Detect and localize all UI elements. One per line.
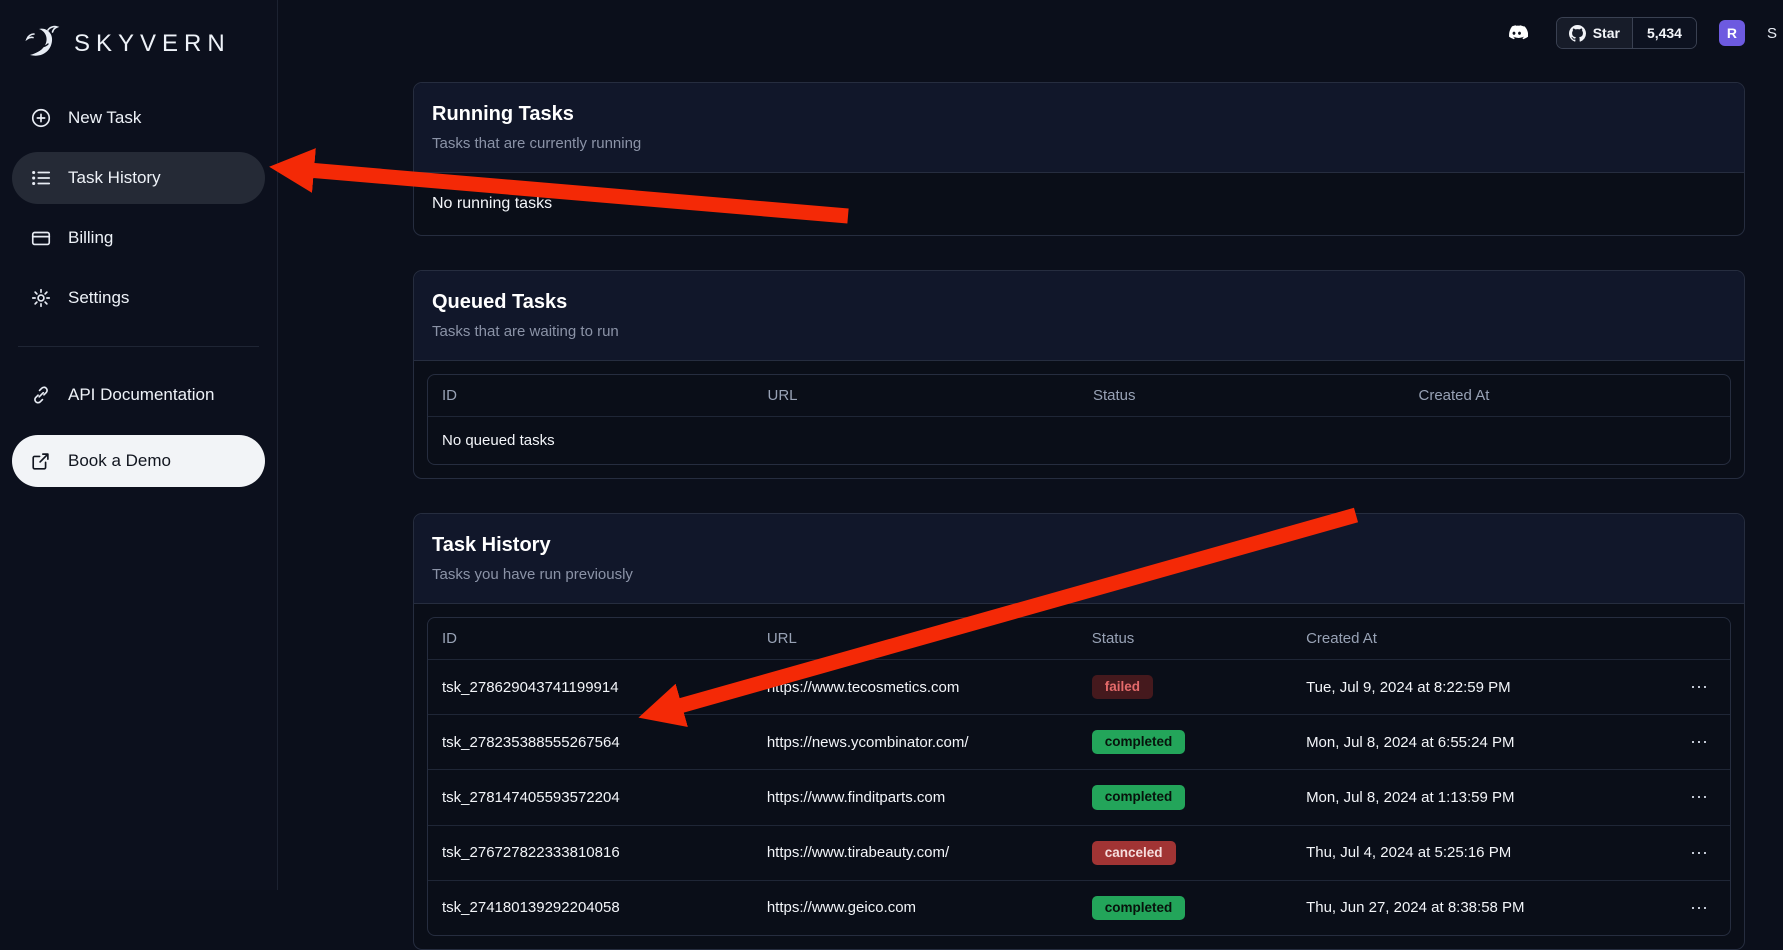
- queued-tasks-table: ID URL Status Created At No queued tasks: [427, 374, 1731, 465]
- github-star-button[interactable]: Star 5,434: [1556, 17, 1697, 49]
- table-row[interactable]: tsk_274180139292204058 https://www.geico…: [428, 880, 1730, 935]
- gear-icon: [30, 287, 52, 309]
- external-link-icon: [30, 450, 52, 472]
- column-header-created-at: Created At: [1292, 618, 1668, 660]
- brand-logo[interactable]: SKYVERN: [12, 14, 265, 92]
- running-tasks-card: Running Tasks Tasks that are currently r…: [413, 82, 1745, 236]
- column-header-id: ID: [428, 375, 754, 417]
- discord-icon[interactable]: [1504, 21, 1534, 45]
- column-header-created-at: Created At: [1405, 375, 1731, 417]
- queued-tasks-title: Queued Tasks: [432, 291, 1726, 314]
- column-header-id: ID: [428, 618, 753, 660]
- sidebar-item-label: New Task: [68, 108, 141, 128]
- task-created-at: Mon, Jul 8, 2024 at 1:13:59 PM: [1292, 770, 1668, 825]
- task-url: https://news.ycombinator.com/: [753, 715, 1078, 770]
- status-badge: failed: [1092, 675, 1153, 699]
- sidebar-secondary-nav: API Documentation Book a Demo: [12, 369, 265, 487]
- task-url: https://www.geico.com: [753, 880, 1078, 935]
- column-header-url: URL: [754, 375, 1080, 417]
- status-badge: canceled: [1092, 841, 1176, 865]
- task-url: https://www.tirabeauty.com/: [753, 825, 1078, 880]
- github-star-label: Star: [1593, 25, 1620, 41]
- brand-name: SKYVERN: [74, 30, 231, 58]
- status-badge: completed: [1092, 896, 1186, 920]
- github-star-count: 5,434: [1632, 18, 1696, 48]
- task-history-subtitle: Tasks you have run previously: [432, 566, 1726, 583]
- table-row[interactable]: tsk_278629043741199914 https://www.tecos…: [428, 660, 1730, 715]
- task-id: tsk_274180139292204058: [428, 880, 753, 935]
- main-area: Star 5,434 R S Running Tasks Tasks that …: [278, 0, 1783, 890]
- sidebar-item-api-documentation[interactable]: API Documentation: [12, 369, 265, 421]
- book-a-demo-button[interactable]: Book a Demo: [12, 435, 265, 487]
- sidebar-item-billing[interactable]: Billing: [12, 212, 265, 264]
- task-created-at: Thu, Jul 4, 2024 at 5:25:16 PM: [1292, 825, 1668, 880]
- sidebar-item-label: Billing: [68, 228, 113, 248]
- table-row: No queued tasks: [428, 417, 1730, 465]
- user-avatar[interactable]: R: [1719, 20, 1745, 46]
- sidebar-item-settings[interactable]: Settings: [12, 272, 265, 324]
- task-created-at: Tue, Jul 9, 2024 at 8:22:59 PM: [1292, 660, 1668, 715]
- running-tasks-title: Running Tasks: [432, 103, 1726, 126]
- book-a-demo-label: Book a Demo: [68, 451, 171, 471]
- row-actions-menu-icon[interactable]: ⋯: [1682, 676, 1716, 698]
- table-row[interactable]: tsk_276727822333810816 https://www.tirab…: [428, 825, 1730, 880]
- table-row[interactable]: tsk_278147405593572204 https://www.findi…: [428, 770, 1730, 825]
- app-root: SKYVERN New Task Task History Billing: [0, 0, 1783, 890]
- sidebar-item-label: API Documentation: [68, 385, 214, 405]
- row-actions-menu-icon[interactable]: ⋯: [1682, 842, 1716, 864]
- task-history-table: ID URL Status Created At tsk_27862904374…: [427, 617, 1731, 936]
- status-badge: completed: [1092, 785, 1186, 809]
- task-url: https://www.finditparts.com: [753, 770, 1078, 825]
- credit-card-icon: [30, 227, 52, 249]
- task-history-title: Task History: [432, 534, 1726, 557]
- queued-tasks-empty-message: No queued tasks: [428, 417, 1730, 465]
- task-id: tsk_276727822333810816: [428, 825, 753, 880]
- user-name[interactable]: S: [1767, 25, 1777, 42]
- queued-tasks-card: Queued Tasks Tasks that are waiting to r…: [413, 270, 1745, 479]
- running-tasks-empty-message: No running tasks: [414, 173, 1744, 235]
- sidebar-item-task-history[interactable]: Task History: [12, 152, 265, 204]
- list-icon: [30, 167, 52, 189]
- content: Running Tasks Tasks that are currently r…: [413, 0, 1745, 950]
- table-row[interactable]: tsk_278235388555267564 https://news.ycom…: [428, 715, 1730, 770]
- sidebar-divider: [18, 346, 259, 347]
- task-history-card: Task History Tasks you have run previous…: [413, 513, 1745, 950]
- sidebar-item-label: Task History: [68, 168, 161, 188]
- link-icon: [30, 384, 52, 406]
- column-header-status: Status: [1078, 618, 1292, 660]
- sidebar: SKYVERN New Task Task History Billing: [0, 0, 278, 890]
- row-actions-menu-icon[interactable]: ⋯: [1682, 786, 1716, 808]
- github-icon: [1569, 25, 1586, 42]
- plus-circle-icon: [30, 107, 52, 129]
- column-header-actions: [1668, 618, 1730, 660]
- sidebar-item-new-task[interactable]: New Task: [12, 92, 265, 144]
- sidebar-item-label: Settings: [68, 288, 129, 308]
- queued-tasks-subtitle: Tasks that are waiting to run: [432, 323, 1726, 340]
- skyvern-dragon-icon: [20, 22, 64, 66]
- column-header-url: URL: [753, 618, 1078, 660]
- column-header-status: Status: [1079, 375, 1405, 417]
- row-actions-menu-icon[interactable]: ⋯: [1682, 731, 1716, 753]
- task-url: https://www.tecosmetics.com: [753, 660, 1078, 715]
- task-created-at: Thu, Jun 27, 2024 at 8:38:58 PM: [1292, 880, 1668, 935]
- task-id: tsk_278147405593572204: [428, 770, 753, 825]
- sidebar-nav: New Task Task History Billing Settings: [12, 92, 265, 324]
- task-created-at: Mon, Jul 8, 2024 at 6:55:24 PM: [1292, 715, 1668, 770]
- topbar: Star 5,434 R S: [278, 0, 1783, 66]
- row-actions-menu-icon[interactable]: ⋯: [1682, 897, 1716, 919]
- task-id: tsk_278629043741199914: [428, 660, 753, 715]
- status-badge: completed: [1092, 730, 1186, 754]
- task-id: tsk_278235388555267564: [428, 715, 753, 770]
- running-tasks-subtitle: Tasks that are currently running: [432, 135, 1726, 152]
